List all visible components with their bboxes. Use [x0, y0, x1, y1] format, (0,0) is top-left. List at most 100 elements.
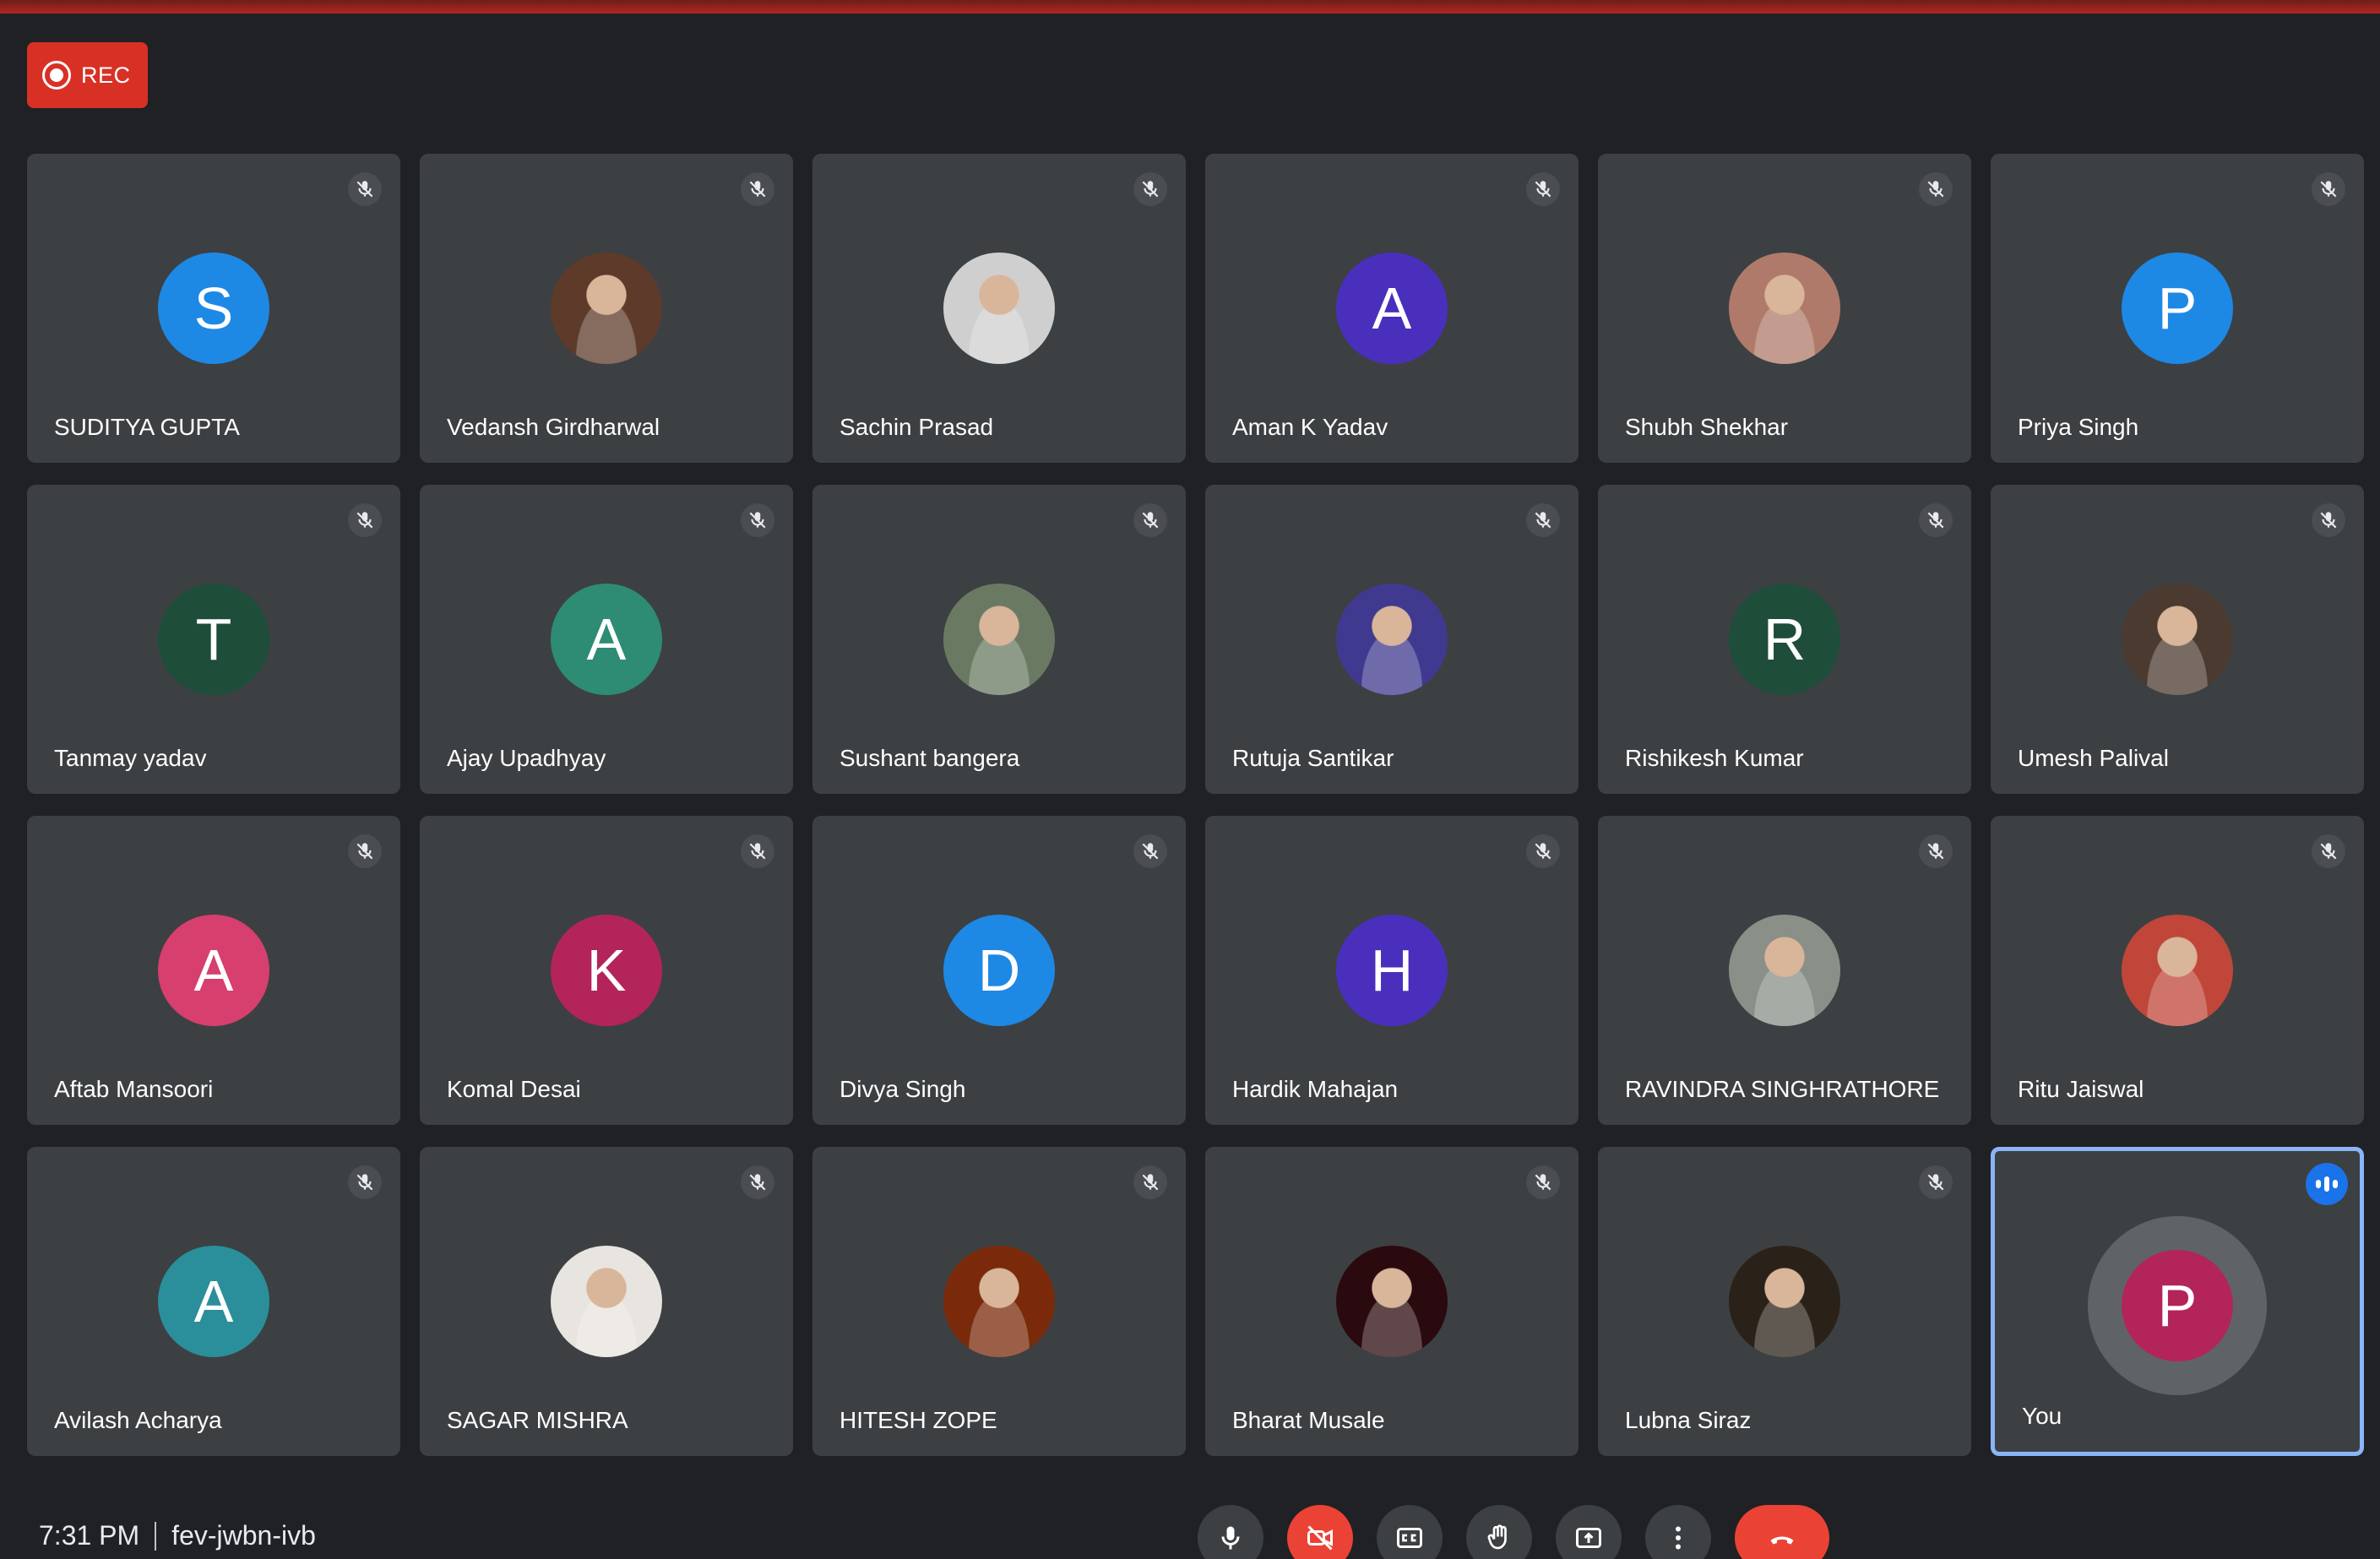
profile-photo [1729, 1246, 1840, 1357]
speaking-indicator-icon [2306, 1163, 2348, 1205]
avatar-initial: A [158, 915, 269, 1026]
captions-icon [1397, 1528, 1422, 1548]
participant-tile[interactable]: A Ajay Upadhyay [420, 485, 793, 794]
participant-name: Vedansh Girdharwal [447, 414, 660, 440]
recording-indicator[interactable]: REC [27, 42, 148, 108]
info-divider [155, 1521, 157, 1551]
avatar-initial: A [551, 584, 662, 695]
participant-name: Rishikesh Kumar [1625, 745, 1804, 771]
participant-tile[interactable]: K Komal Desai [420, 816, 793, 1125]
profile-photo [943, 584, 1055, 695]
camera-toggle-button[interactable] [1287, 1505, 1353, 1559]
microphone-icon [1221, 1526, 1240, 1550]
participant-name: Komal Desai [447, 1076, 581, 1102]
leave-call-button[interactable] [1735, 1505, 1829, 1559]
participant-tile[interactable]: S SUDITYA GUPTA [27, 154, 400, 463]
profile-photo [1336, 584, 1448, 695]
camera-off-icon [1307, 1525, 1333, 1551]
participant-tile[interactable]: Sushant bangera [812, 485, 1186, 794]
mic-off-icon [1526, 172, 1560, 206]
participant-name: Aman K Yadav [1232, 414, 1388, 440]
present-button[interactable] [1556, 1505, 1622, 1559]
participant-name: SAGAR MISHRA [447, 1407, 628, 1433]
participant-name: Ritu Jaiswal [2018, 1076, 2144, 1102]
participant-tile[interactable]: SAGAR MISHRA [420, 1147, 793, 1456]
mic-off-icon [1919, 834, 1953, 868]
mic-off-icon [348, 172, 382, 206]
participant-tile[interactable]: Sachin Prasad [812, 154, 1186, 463]
meeting-code[interactable]: fev-jwbn-ivb [171, 1520, 316, 1551]
profile-photo [1336, 1246, 1448, 1357]
participant-tile[interactable]: T Tanmay yadav [27, 485, 400, 794]
mic-off-icon [1526, 503, 1560, 537]
participant-tile[interactable]: D Divya Singh [812, 816, 1186, 1125]
mic-off-icon [1133, 503, 1167, 537]
participant-tile[interactable]: Umesh Palival [1991, 485, 2364, 794]
recording-label: REC [81, 62, 131, 88]
participant-name: Tanmay yadav [54, 745, 207, 771]
profile-photo [1729, 915, 1840, 1026]
participant-grid: S SUDITYA GUPTA Vedansh Girdharwal Sachin P… [27, 154, 2364, 1456]
avatar-initial: S [158, 253, 269, 364]
profile-photo [551, 1246, 662, 1357]
mic-off-icon [741, 503, 774, 537]
microphone-button[interactable] [1198, 1505, 1263, 1559]
participant-tile[interactable]: A Aman K Yadav [1205, 154, 1579, 463]
profile-photo [943, 253, 1055, 364]
avatar-initial: P [2122, 253, 2233, 364]
participant-tile[interactable]: Shubh Shekhar [1598, 154, 1971, 463]
record-icon [42, 61, 71, 90]
participant-tile[interactable]: A Avilash Acharya [27, 1147, 400, 1456]
avatar-initial: A [1336, 253, 1448, 364]
mic-off-icon [1133, 172, 1167, 206]
participant-tile[interactable]: R Rishikesh Kumar [1598, 485, 1971, 794]
participant-name: You [2022, 1403, 2062, 1429]
top-banner [0, 0, 2380, 14]
captions-button[interactable] [1377, 1505, 1443, 1559]
participant-name: Rutuja Santikar [1232, 745, 1394, 771]
profile-photo [551, 253, 662, 364]
mic-off-icon [2312, 834, 2345, 868]
clock-time: 7:31 PM [39, 1520, 140, 1551]
present-icon [1576, 1528, 1601, 1548]
participant-tile[interactable]: Bharat Musale [1205, 1147, 1579, 1456]
mic-off-icon [1133, 1165, 1167, 1199]
participant-name: Shubh Shekhar [1625, 414, 1789, 440]
mic-off-icon [1919, 1165, 1953, 1199]
avatar-initial: P [2122, 1250, 2233, 1361]
mic-off-icon [1526, 834, 1560, 868]
mic-off-icon [1919, 503, 1953, 537]
participant-tile[interactable]: H Hardik Mahajan [1205, 816, 1579, 1125]
avatar-initial: K [551, 915, 662, 1026]
mic-off-icon [1526, 1165, 1560, 1199]
mic-off-icon [741, 172, 774, 206]
more-vert-icon [1676, 1526, 1681, 1550]
participant-name: Sushant bangera [840, 745, 1020, 771]
participant-name: Hardik Mahajan [1232, 1076, 1399, 1102]
participant-tile[interactable]: HITESH ZOPE [812, 1147, 1186, 1456]
participant-tile[interactable]: Vedansh Girdharwal [420, 154, 793, 463]
avatar-initial: H [1336, 915, 1448, 1026]
mic-off-icon [348, 503, 382, 537]
raise-hand-button[interactable] [1466, 1505, 1532, 1559]
avatar-initial: D [943, 915, 1055, 1026]
mic-off-icon [348, 1165, 382, 1199]
participant-tile[interactable]: Ritu Jaiswal [1991, 816, 2364, 1125]
avatar-initial: R [1729, 584, 1840, 695]
avatar-initial: A [158, 1246, 269, 1357]
participant-tile[interactable]: A Aftab Mansoori [27, 816, 400, 1125]
mic-off-icon [1133, 834, 1167, 868]
participant-tile[interactable]: P Priya Singh [1991, 154, 2364, 463]
mic-off-icon [741, 1165, 774, 1199]
participant-name: HITESH ZOPE [840, 1407, 997, 1433]
hang-up-icon [1770, 1536, 1794, 1545]
participant-tile[interactable]: Lubna Siraz [1598, 1147, 1971, 1456]
participant-tile[interactable]: Rutuja Santikar [1205, 485, 1579, 794]
participant-name: Avilash Acharya [54, 1407, 222, 1433]
more-options-button[interactable] [1645, 1505, 1711, 1559]
participant-tile[interactable]: RAVINDRA SINGHRATHORE [1598, 816, 1971, 1125]
participant-name: Ajay Upadhyay [447, 745, 606, 771]
participant-name: Sachin Prasad [840, 414, 994, 440]
participant-tile[interactable]: P You [1991, 1147, 2364, 1456]
hand-icon [1487, 1524, 1507, 1550]
